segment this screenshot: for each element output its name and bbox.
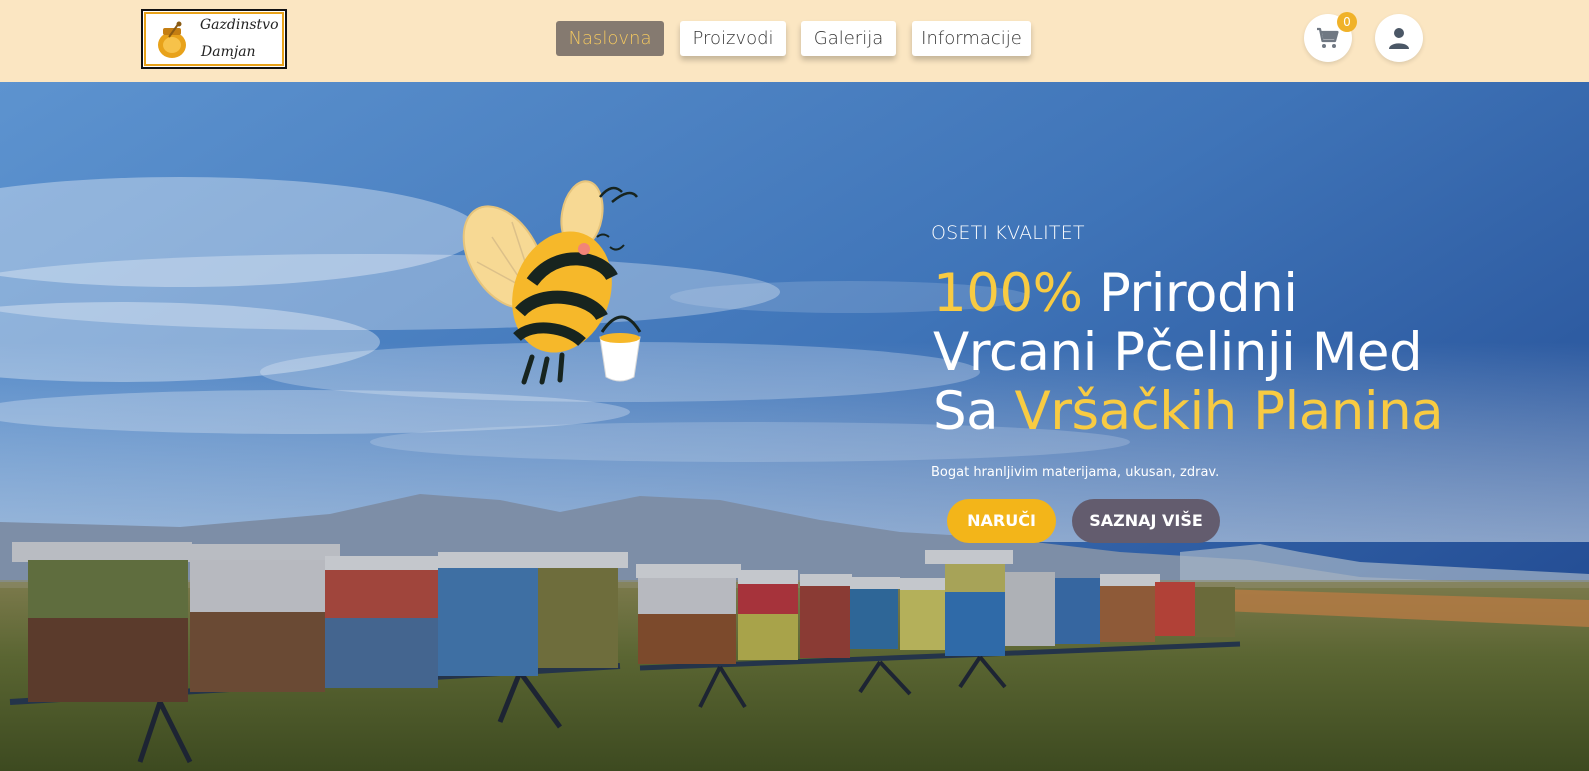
order-button[interactable]: NARUČI xyxy=(947,499,1056,543)
nav-item-informacije[interactable]: Informacije xyxy=(912,21,1031,56)
shopping-cart-icon xyxy=(1317,27,1339,48)
hero-headline: 100% Prirodni Vrcani Pčelinji Med Sa Vrš… xyxy=(933,264,1444,442)
headline-highlight-percent: 100% xyxy=(933,263,1083,324)
hero-eyebrow: OSETI KVALITET xyxy=(931,222,1085,244)
nav-item-naslovna[interactable]: Naslovna xyxy=(556,21,664,56)
nav-item-galerija[interactable]: Galerija xyxy=(801,21,896,56)
nav-item-proizvodi[interactable]: Proizvodi xyxy=(680,21,786,56)
headline-line-1: 100% Prirodni xyxy=(933,264,1443,323)
headline-highlight-location: Vršačkih Planina xyxy=(1014,381,1444,442)
learn-more-button[interactable]: SAZNAJ VIŠE xyxy=(1072,499,1220,543)
cart-count-badge: 0 xyxy=(1337,12,1357,32)
user-account-button[interactable] xyxy=(1375,14,1423,62)
honey-pot-icon xyxy=(158,21,186,58)
headline-line3-prefix: Sa xyxy=(933,381,1015,442)
bee-mascot-illustration xyxy=(462,180,642,385)
headline-line1-text: Prirodni xyxy=(1082,263,1298,324)
logo-text-line1: Gazdinstvo xyxy=(200,17,279,33)
logo-text-line2: Damjan xyxy=(201,44,256,60)
hero-section: OSETI KVALITET 100% Prirodni Vrcani Pčel… xyxy=(0,82,1589,771)
hero-tagline: Bogat hranljivim materijama, ukusan, zdr… xyxy=(931,465,1220,480)
headline-line-2: Vrcani Pčelinji Med xyxy=(933,322,1423,383)
user-icon xyxy=(1389,28,1409,49)
site-logo[interactable]: Gazdinstvo Damjan xyxy=(141,9,287,69)
headline-line-3: Sa Vršačkih Planina xyxy=(933,381,1444,442)
site-header: Gazdinstvo Damjan Naslovna Proizvodi Gal… xyxy=(0,0,1589,82)
